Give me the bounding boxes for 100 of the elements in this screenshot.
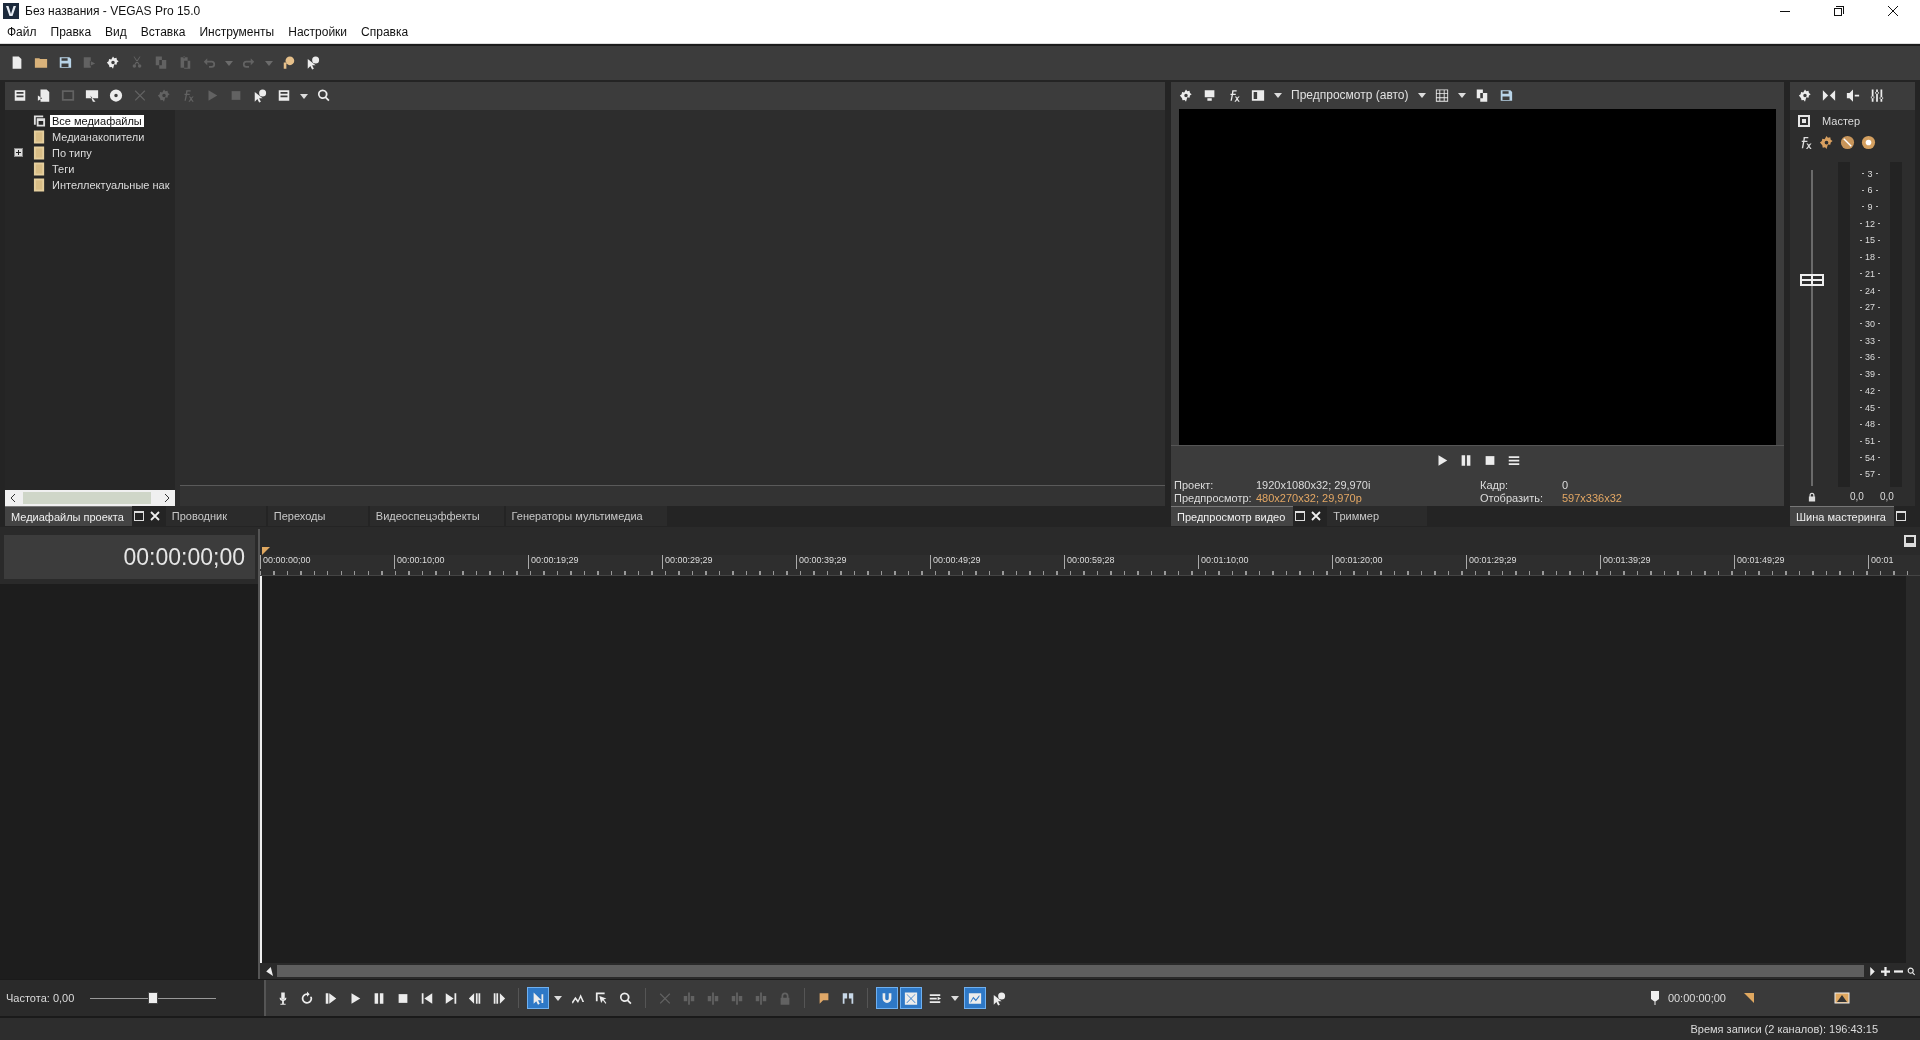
snap-button[interactable] bbox=[876, 987, 898, 1010]
app-logo-icon bbox=[3, 2, 19, 19]
pause-icon bbox=[372, 990, 386, 1006]
meter-scale-label: 39 bbox=[1865, 369, 1875, 380]
menu-item[interactable]: Правка bbox=[43, 25, 99, 40]
maximize-icon[interactable] bbox=[1895, 511, 1906, 522]
scroll-left-icon[interactable] bbox=[264, 966, 273, 976]
meter-scale-label: 57 bbox=[1865, 469, 1875, 480]
tree-item[interactable]: Медианакопители bbox=[50, 130, 147, 143]
settings-icon bbox=[106, 55, 120, 71]
menu-item[interactable]: Вставка bbox=[133, 25, 193, 40]
gear-icon[interactable] bbox=[1819, 135, 1834, 150]
caret-icon[interactable] bbox=[554, 994, 562, 1003]
ruler-label: 00:00:00;00 bbox=[260, 555, 394, 570]
maximize-icon[interactable] bbox=[1295, 511, 1306, 522]
ruler-label: 00:00:10;00 bbox=[394, 555, 528, 570]
ruler-label: 00:01:20;00 bbox=[1332, 555, 1466, 570]
tree-item[interactable]: Интеллектуальные нак bbox=[50, 178, 172, 191]
panel-tab[interactable]: Проводник bbox=[165, 506, 266, 527]
preview-quality-dropdown[interactable]: Предпросмотр (авто) bbox=[1287, 88, 1413, 103]
panel-tab[interactable]: Видеоспецэффекты bbox=[369, 506, 504, 527]
panel-tab[interactable]: Предпросмотр видео bbox=[1171, 506, 1294, 527]
overlays-icon bbox=[1434, 87, 1449, 103]
next-frame-icon bbox=[492, 990, 506, 1006]
meter-scale-label: 21 bbox=[1865, 268, 1875, 279]
tree-item[interactable]: Все медиафайлы bbox=[50, 114, 144, 127]
ruler-label: 00:01 bbox=[1868, 555, 1920, 570]
rate-slider-handle[interactable] bbox=[148, 991, 159, 1004]
window-title: Без названия - VEGAS Pro 15.0 bbox=[25, 3, 201, 18]
panel-tab[interactable]: Медиафайлы проекта bbox=[5, 506, 132, 527]
ruler-label: 00:01:10;00 bbox=[1198, 555, 1332, 570]
vertical-scrollbar[interactable] bbox=[1906, 576, 1920, 964]
mute-icon[interactable] bbox=[1840, 135, 1855, 150]
marker-flag-icon[interactable] bbox=[1744, 993, 1754, 1004]
lock-icon[interactable] bbox=[1807, 491, 1817, 502]
peak-reading: 0,0 bbox=[1879, 490, 1894, 502]
bus-name: Мастер bbox=[1822, 114, 1861, 127]
fader-handle[interactable] bbox=[1800, 274, 1824, 287]
scroll-right-icon[interactable] bbox=[1868, 966, 1877, 976]
expand-icon[interactable] bbox=[14, 148, 23, 157]
tree-item[interactable]: Теги bbox=[50, 162, 77, 175]
ruler-label: 00:01:29;29 bbox=[1466, 555, 1600, 570]
menu-item[interactable]: Вид bbox=[98, 25, 134, 40]
menu-item[interactable]: Инструменты bbox=[192, 25, 282, 40]
bypass-icon bbox=[1822, 88, 1836, 103]
menu-item[interactable]: Настройки bbox=[281, 25, 355, 40]
ruler-label: 00:01:49;29 bbox=[1734, 555, 1868, 570]
zoom-in-icon[interactable] bbox=[1881, 966, 1890, 976]
lock-envelopes-icon bbox=[968, 990, 982, 1006]
horizontal-scrollbar[interactable] bbox=[5, 489, 175, 506]
peak-reading: 0,0 bbox=[1850, 490, 1864, 502]
meter-scale-label: 9 bbox=[1867, 201, 1873, 212]
new-file-icon bbox=[10, 55, 24, 71]
menu-item[interactable]: Справка bbox=[354, 25, 416, 40]
go-to-start-icon bbox=[420, 990, 434, 1006]
info-value: 0 bbox=[1562, 479, 1569, 493]
panel-tab[interactable]: Переходы bbox=[267, 506, 368, 527]
loop-marker-icon[interactable] bbox=[262, 547, 270, 556]
cut-icon bbox=[130, 55, 144, 71]
get-media-icon bbox=[85, 88, 99, 103]
caret-icon[interactable] bbox=[1274, 91, 1282, 100]
go-to-end-icon bbox=[444, 990, 458, 1006]
previous-frame-icon bbox=[468, 990, 482, 1006]
zoom-icon[interactable] bbox=[1907, 966, 1916, 976]
edit-tool-button[interactable] bbox=[527, 987, 549, 1010]
restore-icon[interactable] bbox=[1834, 5, 1844, 16]
horizontal-scrollbar[interactable] bbox=[277, 965, 1864, 978]
capture-icon bbox=[37, 88, 51, 103]
loop-region-icon[interactable] bbox=[1834, 992, 1850, 1005]
zoom-icon bbox=[619, 990, 633, 1006]
close-icon[interactable] bbox=[1888, 5, 1898, 16]
ruler-label: 00:00:59;28 bbox=[1064, 555, 1198, 570]
import-icon bbox=[13, 88, 27, 103]
caret-icon[interactable] bbox=[1457, 91, 1466, 100]
mute-icon bbox=[1846, 88, 1860, 103]
scroll-right-icon[interactable] bbox=[163, 493, 171, 502]
crossfade-icon bbox=[904, 990, 918, 1006]
panel-tab[interactable]: Триммер bbox=[1327, 506, 1428, 527]
tree-item[interactable]: По типу bbox=[50, 146, 94, 159]
meter-scale-label: 30 bbox=[1865, 318, 1875, 329]
scroll-left-icon[interactable] bbox=[9, 493, 17, 502]
caret-icon[interactable] bbox=[951, 994, 959, 1003]
bus-icon bbox=[1798, 114, 1810, 127]
panel-tab[interactable]: Генераторы мультимедиа bbox=[505, 506, 667, 527]
picture-icon bbox=[61, 88, 75, 103]
ruler-label: 00:00:49;29 bbox=[930, 555, 1064, 570]
maximize-icon[interactable] bbox=[133, 511, 144, 522]
marker-icon bbox=[817, 990, 831, 1006]
menu-item[interactable]: Файл bbox=[0, 25, 44, 40]
ruler-label: 00:00:29;29 bbox=[662, 555, 796, 570]
info-label: Предпросмотр: bbox=[1174, 492, 1253, 506]
crossfade-button[interactable] bbox=[900, 987, 922, 1010]
caret-icon[interactable] bbox=[300, 91, 308, 100]
lock-envelopes-button[interactable] bbox=[964, 987, 986, 1010]
panel-tab[interactable]: Шина мастеринга bbox=[1790, 506, 1894, 527]
views-icon bbox=[277, 88, 291, 103]
solo-icon[interactable] bbox=[1861, 135, 1876, 150]
info-value: 597x336x32 bbox=[1562, 492, 1622, 506]
expand-icon[interactable] bbox=[1904, 535, 1916, 548]
caret-icon[interactable] bbox=[1417, 91, 1426, 100]
